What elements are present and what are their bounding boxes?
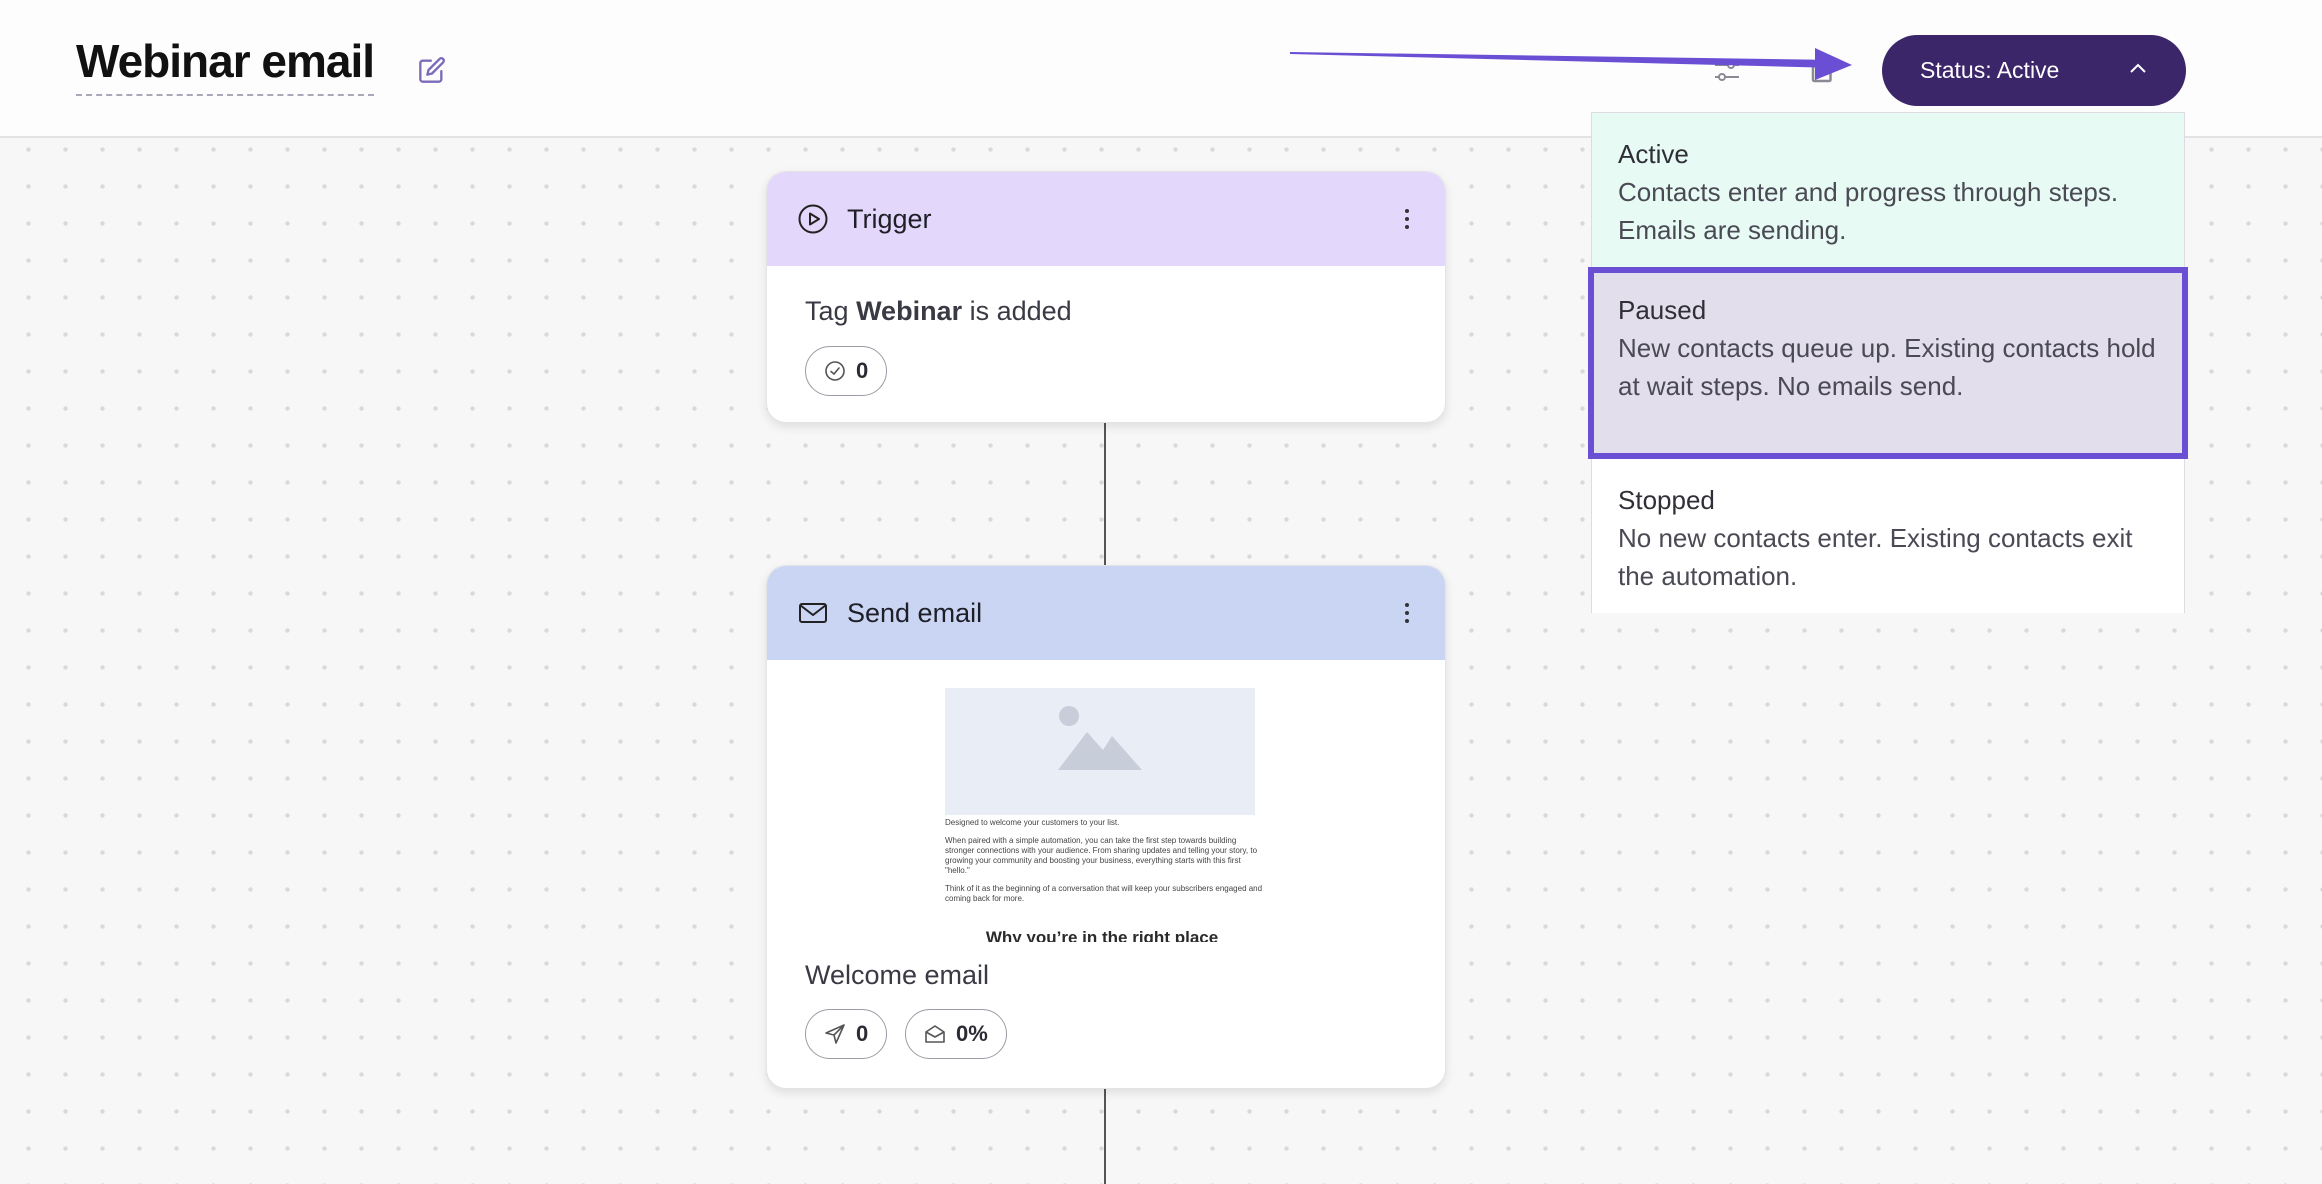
status-menu: Active Contacts enter and progress throu… (1588, 112, 2188, 613)
check-circle-icon (825, 361, 845, 381)
card-title: Send email (847, 597, 983, 628)
image-placeholder (945, 688, 1255, 815)
email-preview[interactable]: Designed to welcome your customers to yo… (847, 688, 1359, 942)
status-option-active[interactable]: Active Contacts enter and progress throu… (1592, 113, 2184, 267)
send-email-card-body: Designed to welcome your customers to yo… (767, 660, 1445, 1088)
open-rate-badge[interactable]: 0% (905, 1009, 1007, 1059)
option-title: Active (1618, 139, 1689, 169)
preview-line: When paired with a simple automation, yo… (945, 836, 1258, 875)
flow-connector (1104, 1086, 1106, 1184)
email-name: Welcome email (805, 960, 990, 990)
status-option-paused[interactable]: Paused New contacts queue up. Existing c… (1588, 267, 2188, 459)
option-title: Paused (1618, 295, 1707, 325)
preview-line: Think of it as the beginning of a conver… (945, 884, 1263, 903)
completed-count: 0 (856, 358, 869, 383)
trigger-card-body: Tag Webinar is added 0 (767, 266, 1445, 418)
tag-name: Webinar (856, 296, 963, 326)
trigger-card-header: Trigger (767, 172, 1445, 266)
envelope-icon (799, 603, 827, 623)
sent-count-badge[interactable]: 0 (805, 1009, 888, 1059)
status-dropdown-button[interactable]: Status: Active (1882, 35, 2186, 106)
option-title: Stopped (1618, 485, 1715, 515)
card-title: Trigger (847, 203, 932, 234)
option-description: Contacts enter and progress through step… (1618, 177, 2119, 245)
trigger-description: Tag Webinar is added (805, 296, 1072, 327)
send-email-card[interactable]: Send email Designed to welcome your cust… (766, 565, 1446, 1089)
preview-heading: Why you’re in the right place (985, 928, 1219, 942)
option-description: New contacts queue up. Existing contacts… (1618, 333, 2156, 401)
edit-icon[interactable] (418, 56, 446, 84)
envelope-open-icon (925, 1025, 945, 1043)
trigger-text-prefix: Tag (805, 296, 849, 326)
flow-connector (1104, 420, 1106, 565)
play-circle-icon (798, 204, 828, 234)
status-option-stopped[interactable]: Stopped No new contacts enter. Existing … (1592, 459, 2184, 613)
status-button-label: Status: Active (1920, 57, 2060, 83)
sent-count: 0 (856, 1021, 869, 1046)
open-rate: 0% (956, 1021, 988, 1046)
trigger-card[interactable]: Trigger Tag Webinar is added 0 (766, 171, 1446, 423)
preview-line: Designed to welcome your customers to yo… (945, 818, 1120, 827)
kebab-menu-icon[interactable] (1403, 600, 1411, 626)
send-email-card-header: Send email (767, 566, 1445, 660)
paper-plane-icon (825, 1024, 845, 1044)
chevron-up-icon (2130, 63, 2146, 73)
option-description: No new contacts enter. Existing contacts… (1618, 523, 2133, 591)
annotation-arrow-icon (1290, 48, 1852, 80)
trigger-text-suffix: is added (969, 296, 1072, 326)
page-title[interactable]: Webinar email (76, 34, 375, 96)
kebab-menu-icon[interactable] (1403, 206, 1411, 232)
image-icon (1058, 706, 1142, 770)
preview-body-text: Designed to welcome your customers to yo… (945, 818, 1265, 912)
completed-count-badge[interactable]: 0 (805, 346, 888, 396)
